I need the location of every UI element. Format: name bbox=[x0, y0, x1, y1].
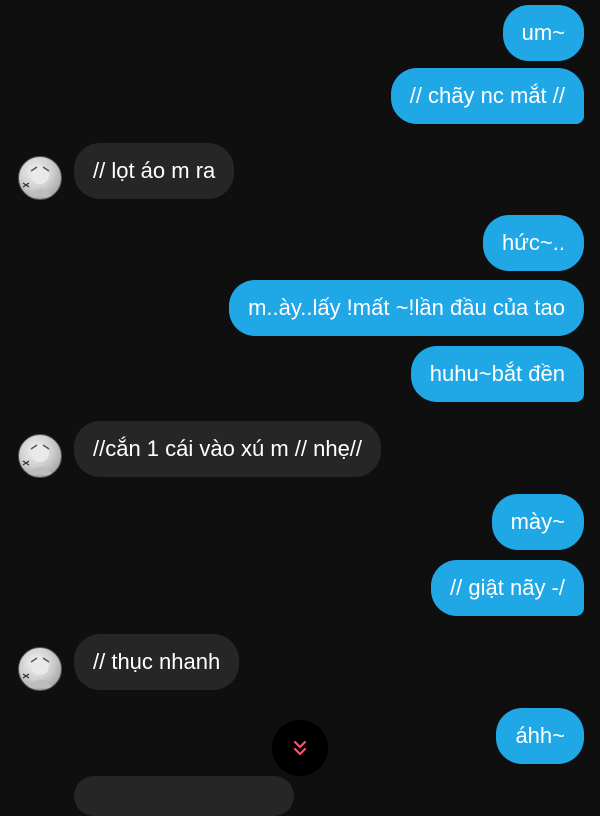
incoming-message[interactable]: //cắn 1 cái vào xú m // nhẹ// bbox=[74, 421, 382, 477]
incoming-message[interactable]: // lọt áo m ra bbox=[74, 143, 235, 199]
outgoing-message[interactable]: // chãy nc mắt // bbox=[390, 68, 584, 124]
outgoing-message[interactable]: // giật nãy -/ bbox=[431, 560, 584, 616]
message-text: // chãy nc mắt // bbox=[409, 83, 565, 108]
contact-avatar[interactable] bbox=[18, 434, 62, 478]
message-text: hức~.. bbox=[501, 230, 565, 255]
outgoing-message[interactable]: hức~.. bbox=[482, 215, 584, 271]
outgoing-message[interactable]: m..ày..lấy !mất ~!lần đầu của tao bbox=[229, 280, 584, 336]
incoming-message-partial bbox=[74, 776, 294, 816]
outgoing-message[interactable]: um~ bbox=[502, 5, 584, 61]
message-text: // thục nhanh bbox=[93, 649, 221, 674]
scroll-to-bottom-button[interactable] bbox=[272, 720, 328, 776]
message-text: huhu~bắt đền bbox=[429, 361, 565, 386]
message-text: m..ày..lấy !mất ~!lần đầu của tao bbox=[248, 295, 565, 320]
message-text: áhh~ bbox=[515, 723, 565, 748]
outgoing-message[interactable]: huhu~bắt đền bbox=[410, 346, 584, 402]
contact-avatar[interactable] bbox=[18, 156, 62, 200]
outgoing-message[interactable]: mày~ bbox=[491, 494, 584, 550]
chat-thread: um~ // chãy nc mắt // // lọt áo m ra hức… bbox=[0, 0, 600, 816]
message-text: mày~ bbox=[510, 509, 565, 534]
message-text: // lọt áo m ra bbox=[93, 158, 216, 183]
contact-avatar[interactable] bbox=[18, 647, 62, 691]
message-text: um~ bbox=[521, 20, 565, 45]
message-text: //cắn 1 cái vào xú m // nhẹ// bbox=[93, 436, 363, 461]
double-chevron-down-icon bbox=[293, 740, 307, 756]
incoming-message[interactable]: // thục nhanh bbox=[74, 634, 240, 690]
message-text: // giật nãy -/ bbox=[450, 575, 565, 600]
outgoing-message[interactable]: áhh~ bbox=[496, 708, 584, 764]
